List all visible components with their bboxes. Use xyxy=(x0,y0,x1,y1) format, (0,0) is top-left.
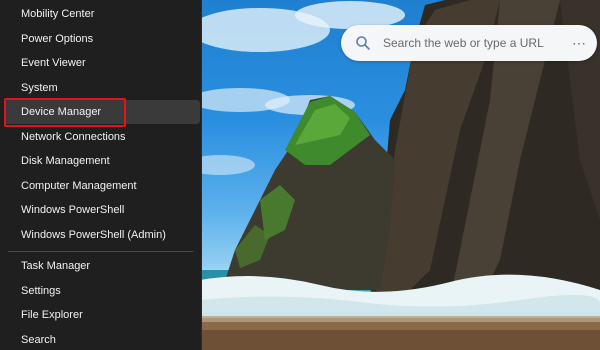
menu-item-windows-powershell[interactable]: Windows PowerShell xyxy=(4,198,200,222)
menu-item-disk-management[interactable]: Disk Management xyxy=(4,149,200,173)
menu-item-network-connections[interactable]: Network Connections xyxy=(4,125,200,149)
menu-item-mobility-center[interactable]: Mobility Center xyxy=(4,2,200,26)
menu-item-event-viewer[interactable]: Event Viewer xyxy=(4,51,200,75)
search-bar[interactable]: ⋯ xyxy=(341,25,597,61)
menu-item-file-explorer[interactable]: File Explorer xyxy=(4,303,200,327)
menu-item-power-options[interactable]: Power Options xyxy=(4,27,200,51)
menu-separator xyxy=(8,251,193,252)
quick-link-menu: Mobility Center Power Options Event View… xyxy=(0,0,202,350)
more-horizontal-icon[interactable]: ⋯ xyxy=(572,36,587,50)
menu-item-system[interactable]: System xyxy=(4,76,200,100)
search-input[interactable] xyxy=(383,36,563,50)
menu-item-device-manager[interactable]: Device Manager xyxy=(4,100,200,124)
menu-item-search[interactable]: Search xyxy=(4,328,200,350)
menu-item-windows-powershell-admin[interactable]: Windows PowerShell (Admin) xyxy=(4,223,200,247)
menu-item-task-manager[interactable]: Task Manager xyxy=(4,254,200,278)
search-icon xyxy=(356,36,370,50)
menu-item-settings[interactable]: Settings xyxy=(4,279,200,303)
menu-item-computer-management[interactable]: Computer Management xyxy=(4,174,200,198)
